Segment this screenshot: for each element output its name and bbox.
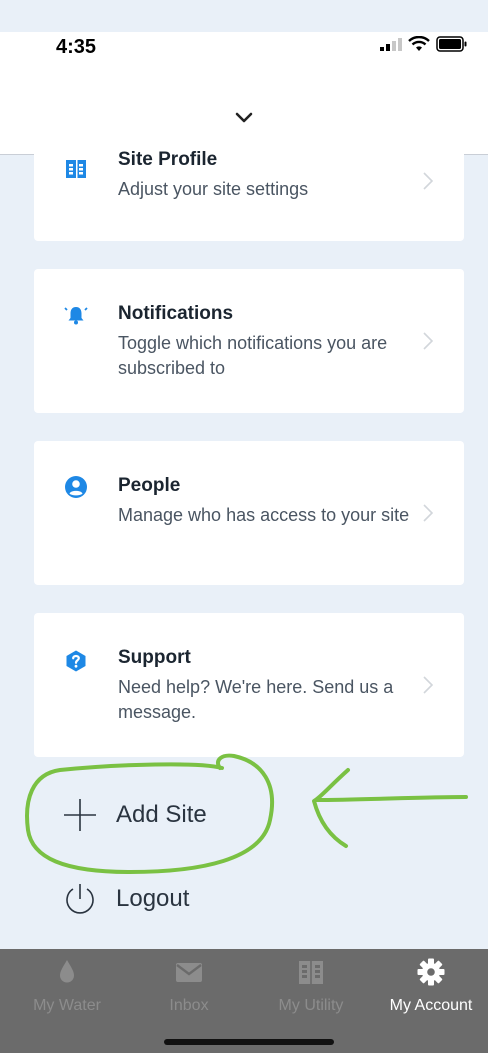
sheet-header	[0, 92, 488, 155]
chevron-right-icon	[423, 332, 434, 350]
tab-label: My Account	[389, 997, 473, 1014]
menu-item-title: Notifications	[118, 303, 234, 324]
power-icon	[66, 884, 94, 914]
menu-item-title: Support	[118, 647, 191, 668]
building-icon	[299, 961, 323, 984]
mail-icon	[176, 963, 202, 982]
building-icon	[66, 160, 86, 178]
plus-icon	[64, 799, 96, 831]
top-gap	[0, 0, 488, 32]
wifi-icon	[408, 36, 430, 51]
menu-item-description: Need help? We're here. Send us a message…	[118, 677, 394, 722]
tab-label: My Water	[33, 997, 101, 1014]
logout-label: Logout	[116, 885, 190, 912]
add-site-label: Add Site	[116, 801, 207, 828]
person-icon	[65, 476, 87, 498]
account-menu: Site Profile Adjust your site settings N…	[0, 149, 488, 949]
bell-icon	[64, 307, 88, 325]
menu-item-description: Manage who has access to your site	[118, 505, 410, 525]
menu-item-support[interactable]: Support Need help? We're here. Send us a…	[34, 613, 464, 757]
tab-bar: My Water Inbox My Utility My Account	[0, 949, 488, 1053]
menu-item-description: Adjust your site settings	[118, 179, 309, 199]
battery-icon	[436, 36, 467, 52]
menu-item-title: People	[118, 475, 181, 496]
help-icon	[66, 650, 86, 672]
chevron-down-icon[interactable]	[232, 106, 256, 130]
logout-button[interactable]: Logout	[62, 881, 189, 917]
gear-icon	[417, 958, 445, 986]
tab-inbox[interactable]: Inbox	[128, 949, 250, 1029]
add-site-button[interactable]: Add Site	[62, 797, 207, 833]
menu-item-people[interactable]: People Manage who has access to your sit…	[34, 441, 464, 585]
water-drop-icon	[60, 960, 74, 983]
tab-label: My Utility	[278, 997, 344, 1014]
menu-item-description: Toggle which notifications you are subsc…	[118, 333, 388, 378]
signal-icon	[380, 38, 402, 51]
status-time: 4:35	[56, 36, 97, 58]
chevron-right-icon	[423, 172, 434, 190]
tab-my-water[interactable]: My Water	[6, 949, 128, 1029]
home-indicator	[164, 1039, 334, 1045]
tab-label: Inbox	[169, 997, 209, 1014]
menu-item-site-profile[interactable]: Site Profile Adjust your site settings	[34, 149, 464, 241]
menu-item-title: Site Profile	[118, 149, 218, 170]
status-bar: 4:35	[0, 32, 488, 92]
tab-my-utility[interactable]: My Utility	[250, 949, 372, 1029]
status-icons	[380, 36, 468, 52]
tab-my-account[interactable]: My Account	[370, 949, 488, 1029]
chevron-right-icon	[423, 676, 434, 694]
menu-item-notifications[interactable]: Notifications Toggle which notifications…	[34, 269, 464, 413]
chevron-right-icon	[423, 504, 434, 522]
